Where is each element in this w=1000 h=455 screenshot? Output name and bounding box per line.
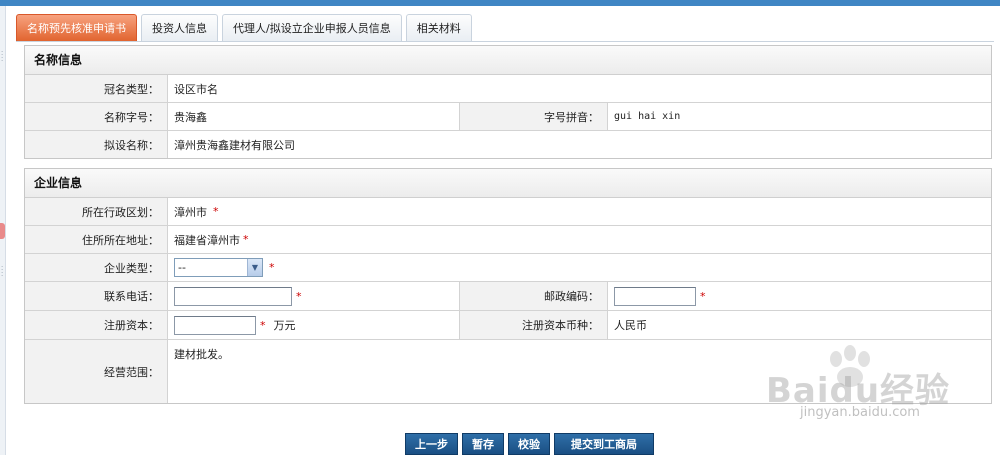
tab-underline <box>16 41 994 42</box>
left-splitter[interactable]: · · · · · · · · <box>0 6 6 455</box>
company-type-select[interactable]: -- ▼ <box>174 258 263 277</box>
trade-name-row: 名称字号： 贵海鑫 字号拼音： gui hai xin <box>25 103 991 131</box>
required-mark: * <box>296 289 302 303</box>
proposed-name-label: 拟设名称： <box>25 131 168 158</box>
chevron-down-icon[interactable]: ▼ <box>247 259 262 276</box>
pinyin-value: gui hai xin <box>614 111 681 122</box>
company-info-title: 企业信息 <box>25 169 991 198</box>
company-type-cell: -- ▼ * <box>168 254 991 281</box>
collapse-arrow-icon[interactable] <box>0 223 5 239</box>
postcode-label: 邮政编码： <box>460 282 608 310</box>
name-info-section: 名称信息 冠名类型： 设区市名 名称字号： 贵海鑫 字号拼音： gui hai … <box>24 45 992 159</box>
capital-unit: 万元 <box>273 319 296 332</box>
required-mark: * <box>213 205 219 218</box>
pinyin-label: 字号拼音： <box>460 103 608 130</box>
capital-cell: * 万元 <box>168 311 460 339</box>
proposed-name-row: 拟设名称： 漳州贵海鑫建材有限公司 <box>25 131 991 158</box>
crown-type-value: 设区市名 <box>174 82 218 96</box>
company-info-section: 企业信息 所在行政区划： 漳州市 * 住所所在地址： 福建省漳州市 * 企业类型… <box>24 168 992 404</box>
validate-button[interactable]: 校验 <box>508 433 550 455</box>
required-mark: * <box>700 289 706 303</box>
tab-materials[interactable]: 相关材料 <box>405 14 472 41</box>
district-cell: 漳州市 * <box>168 198 991 225</box>
phone-cell: * <box>168 282 460 310</box>
proposed-name-value: 漳州贵海鑫建材有限公司 <box>174 138 295 152</box>
crown-type-row: 冠名类型： 设区市名 <box>25 75 991 103</box>
capital-label: 注册资本： <box>25 311 168 339</box>
required-mark: * <box>243 233 249 246</box>
phone-input[interactable] <box>174 286 292 306</box>
watermark-url: jingyan.baidu.com <box>800 405 920 420</box>
postcode-cell: * <box>608 282 991 310</box>
required-mark: * <box>260 318 266 332</box>
district-row: 所在行政区划： 漳州市 * <box>25 198 991 226</box>
phone-postcode-row: 联系电话： * 邮政编码： * <box>25 282 991 311</box>
company-type-row: 企业类型： -- ▼ * <box>25 254 991 282</box>
company-type-selected: -- <box>178 261 186 274</box>
address-value: 福建省漳州市 <box>174 233 240 247</box>
scope-row: 经营范围： 建材批发。 <box>25 340 991 403</box>
trade-name-value: 贵海鑫 <box>168 103 460 130</box>
name-info-title: 名称信息 <box>25 46 991 75</box>
action-bar: 上一步 暂存 校验 提交到工商局 <box>405 433 654 455</box>
capital-row: 注册资本： * 万元 注册资本币种： 人民币 <box>25 311 991 340</box>
phone-label: 联系电话： <box>25 282 168 310</box>
submit-button[interactable]: 提交到工商局 <box>554 433 654 455</box>
address-label: 住所所在地址： <box>25 226 168 253</box>
address-cell: 福建省漳州市 * <box>168 226 991 253</box>
scope-value[interactable]: 建材批发。 <box>168 340 991 403</box>
tab-investor-info[interactable]: 投资人信息 <box>141 14 218 41</box>
capital-input[interactable] <box>174 315 256 335</box>
splitter-grip-top: · · · · <box>1 48 4 65</box>
district-label: 所在行政区划： <box>25 198 168 225</box>
trade-name-label: 名称字号： <box>25 103 168 130</box>
crown-type-label: 冠名类型： <box>25 75 168 102</box>
company-type-label: 企业类型： <box>25 254 168 281</box>
tab-name-application[interactable]: 名称预先核准申请书 <box>16 14 137 41</box>
currency-label: 注册资本币种： <box>460 311 608 339</box>
splitter-grip-bottom: · · · · <box>1 263 4 280</box>
tab-bar: 名称预先核准申请书 投资人信息 代理人/拟设立企业申报人员信息 相关材料 <box>16 14 472 42</box>
save-draft-button[interactable]: 暂存 <box>462 433 504 455</box>
district-value: 漳州市 <box>174 205 207 219</box>
currency-value: 人民币 <box>614 319 647 332</box>
top-bar <box>0 0 1000 6</box>
tab-agent-info[interactable]: 代理人/拟设立企业申报人员信息 <box>222 14 402 41</box>
scope-label: 经营范围： <box>25 340 168 403</box>
prev-step-button[interactable]: 上一步 <box>405 433 458 455</box>
address-row: 住所所在地址： 福建省漳州市 * <box>25 226 991 254</box>
required-mark: * <box>269 261 275 274</box>
postcode-input[interactable] <box>614 286 696 306</box>
